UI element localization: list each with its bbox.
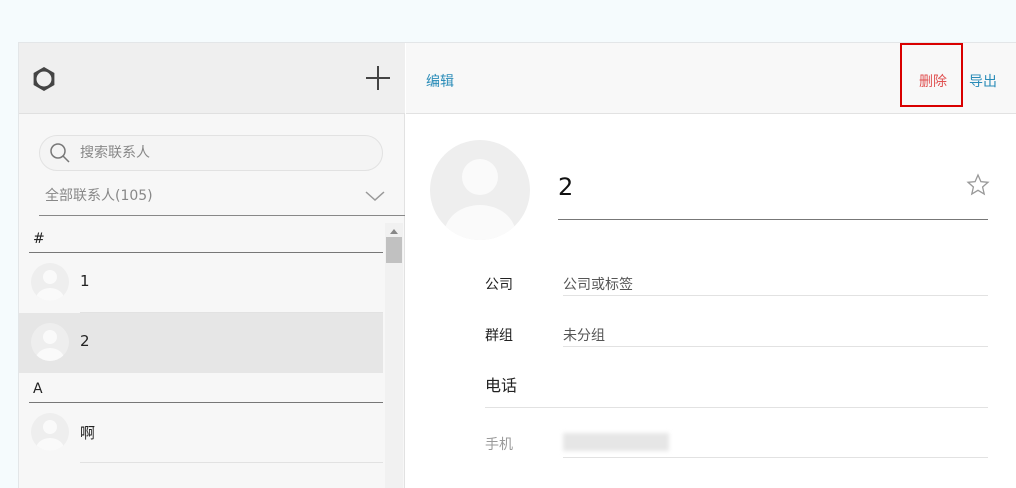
scroll-up-arrow-icon[interactable] (390, 229, 398, 234)
mobile-number-redacted (563, 433, 669, 451)
company-label: 公司 (485, 277, 513, 293)
group-label: 群组 (485, 328, 513, 344)
company-divider (563, 295, 988, 296)
phone-divider (485, 407, 988, 408)
delete-button[interactable]: 删除 (919, 71, 947, 91)
group-filter-label: 全部联系人(105) (45, 188, 153, 204)
row-divider (80, 462, 383, 463)
contact-name-title: 2 (558, 173, 574, 201)
group-filter-dropdown[interactable]: 全部联系人(105) (39, 179, 405, 216)
search-input[interactable] (80, 145, 360, 161)
settings-gear-icon[interactable] (31, 66, 57, 92)
star-favorite-icon[interactable] (966, 173, 990, 197)
scrollbar-thumb[interactable] (386, 237, 402, 263)
phone-section-title: 电话 (485, 376, 518, 395)
contact-list-panel: 全部联系人(105) # 1 (19, 43, 405, 488)
mobile-divider (563, 457, 988, 458)
chevron-down-icon (365, 191, 385, 202)
add-contact-icon[interactable] (365, 65, 391, 91)
contact-list: # 1 2 A 啊 (19, 223, 383, 488)
contact-row[interactable]: 1 (19, 253, 383, 313)
search-icon (50, 143, 70, 163)
avatar-placeholder-icon (31, 323, 69, 361)
company-field[interactable]: 公司或标签 (563, 274, 633, 294)
contact-name: 2 (80, 332, 90, 350)
contact-row[interactable]: 啊 (19, 403, 383, 463)
section-header-a: A (29, 373, 383, 403)
search-box[interactable] (39, 135, 383, 171)
avatar-placeholder-icon (31, 413, 69, 451)
edit-button[interactable]: 编辑 (426, 71, 454, 91)
mobile-label: 手机 (485, 437, 513, 453)
export-button[interactable]: 导出 (969, 71, 997, 91)
contacts-app: 全部联系人(105) # 1 (18, 42, 1016, 488)
contact-detail-panel: 编辑 删除 导出 2 公司 公司或标签 群组 未分组 电话 手机 (406, 43, 1016, 488)
detail-toolbar: 编辑 删除 导出 (406, 43, 1016, 114)
list-scrollbar[interactable] (385, 223, 403, 488)
avatar-placeholder-icon (31, 263, 69, 301)
name-divider (558, 219, 988, 220)
list-header (19, 43, 405, 114)
contact-row-selected[interactable]: 2 (19, 313, 383, 373)
contact-name: 1 (80, 272, 90, 290)
group-field[interactable]: 未分组 (563, 325, 605, 345)
group-divider (563, 346, 988, 347)
contact-name: 啊 (80, 424, 96, 442)
section-header-hash: # (29, 223, 383, 253)
contact-avatar-icon (430, 140, 530, 240)
